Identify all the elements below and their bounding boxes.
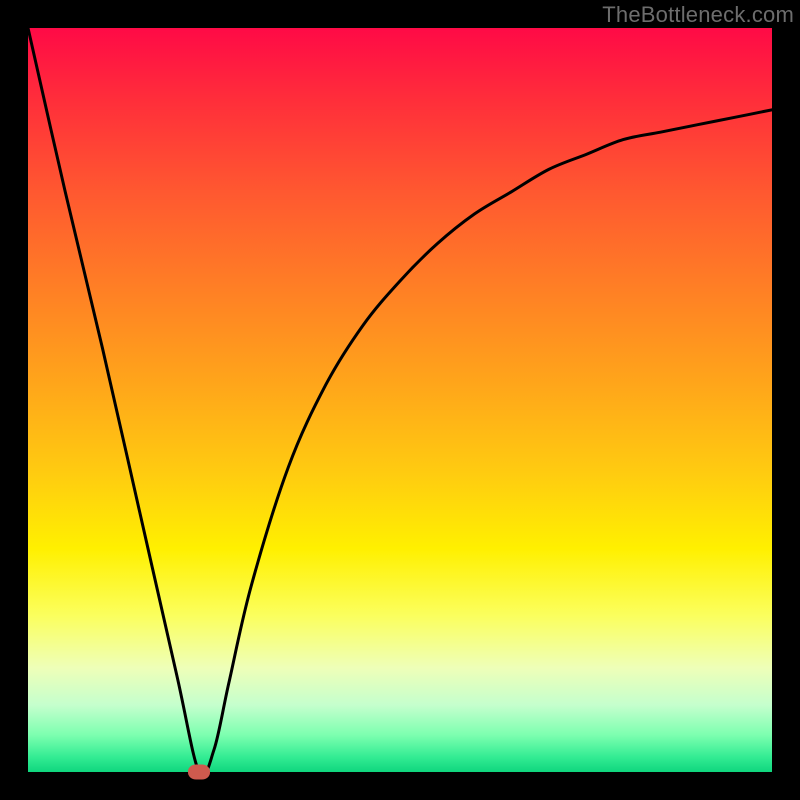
curve-path	[28, 28, 772, 772]
plot-area	[28, 28, 772, 772]
chart-frame: TheBottleneck.com	[0, 0, 800, 800]
bottleneck-curve	[28, 28, 772, 772]
watermark-text: TheBottleneck.com	[602, 2, 794, 28]
optimal-point-marker	[188, 765, 210, 780]
